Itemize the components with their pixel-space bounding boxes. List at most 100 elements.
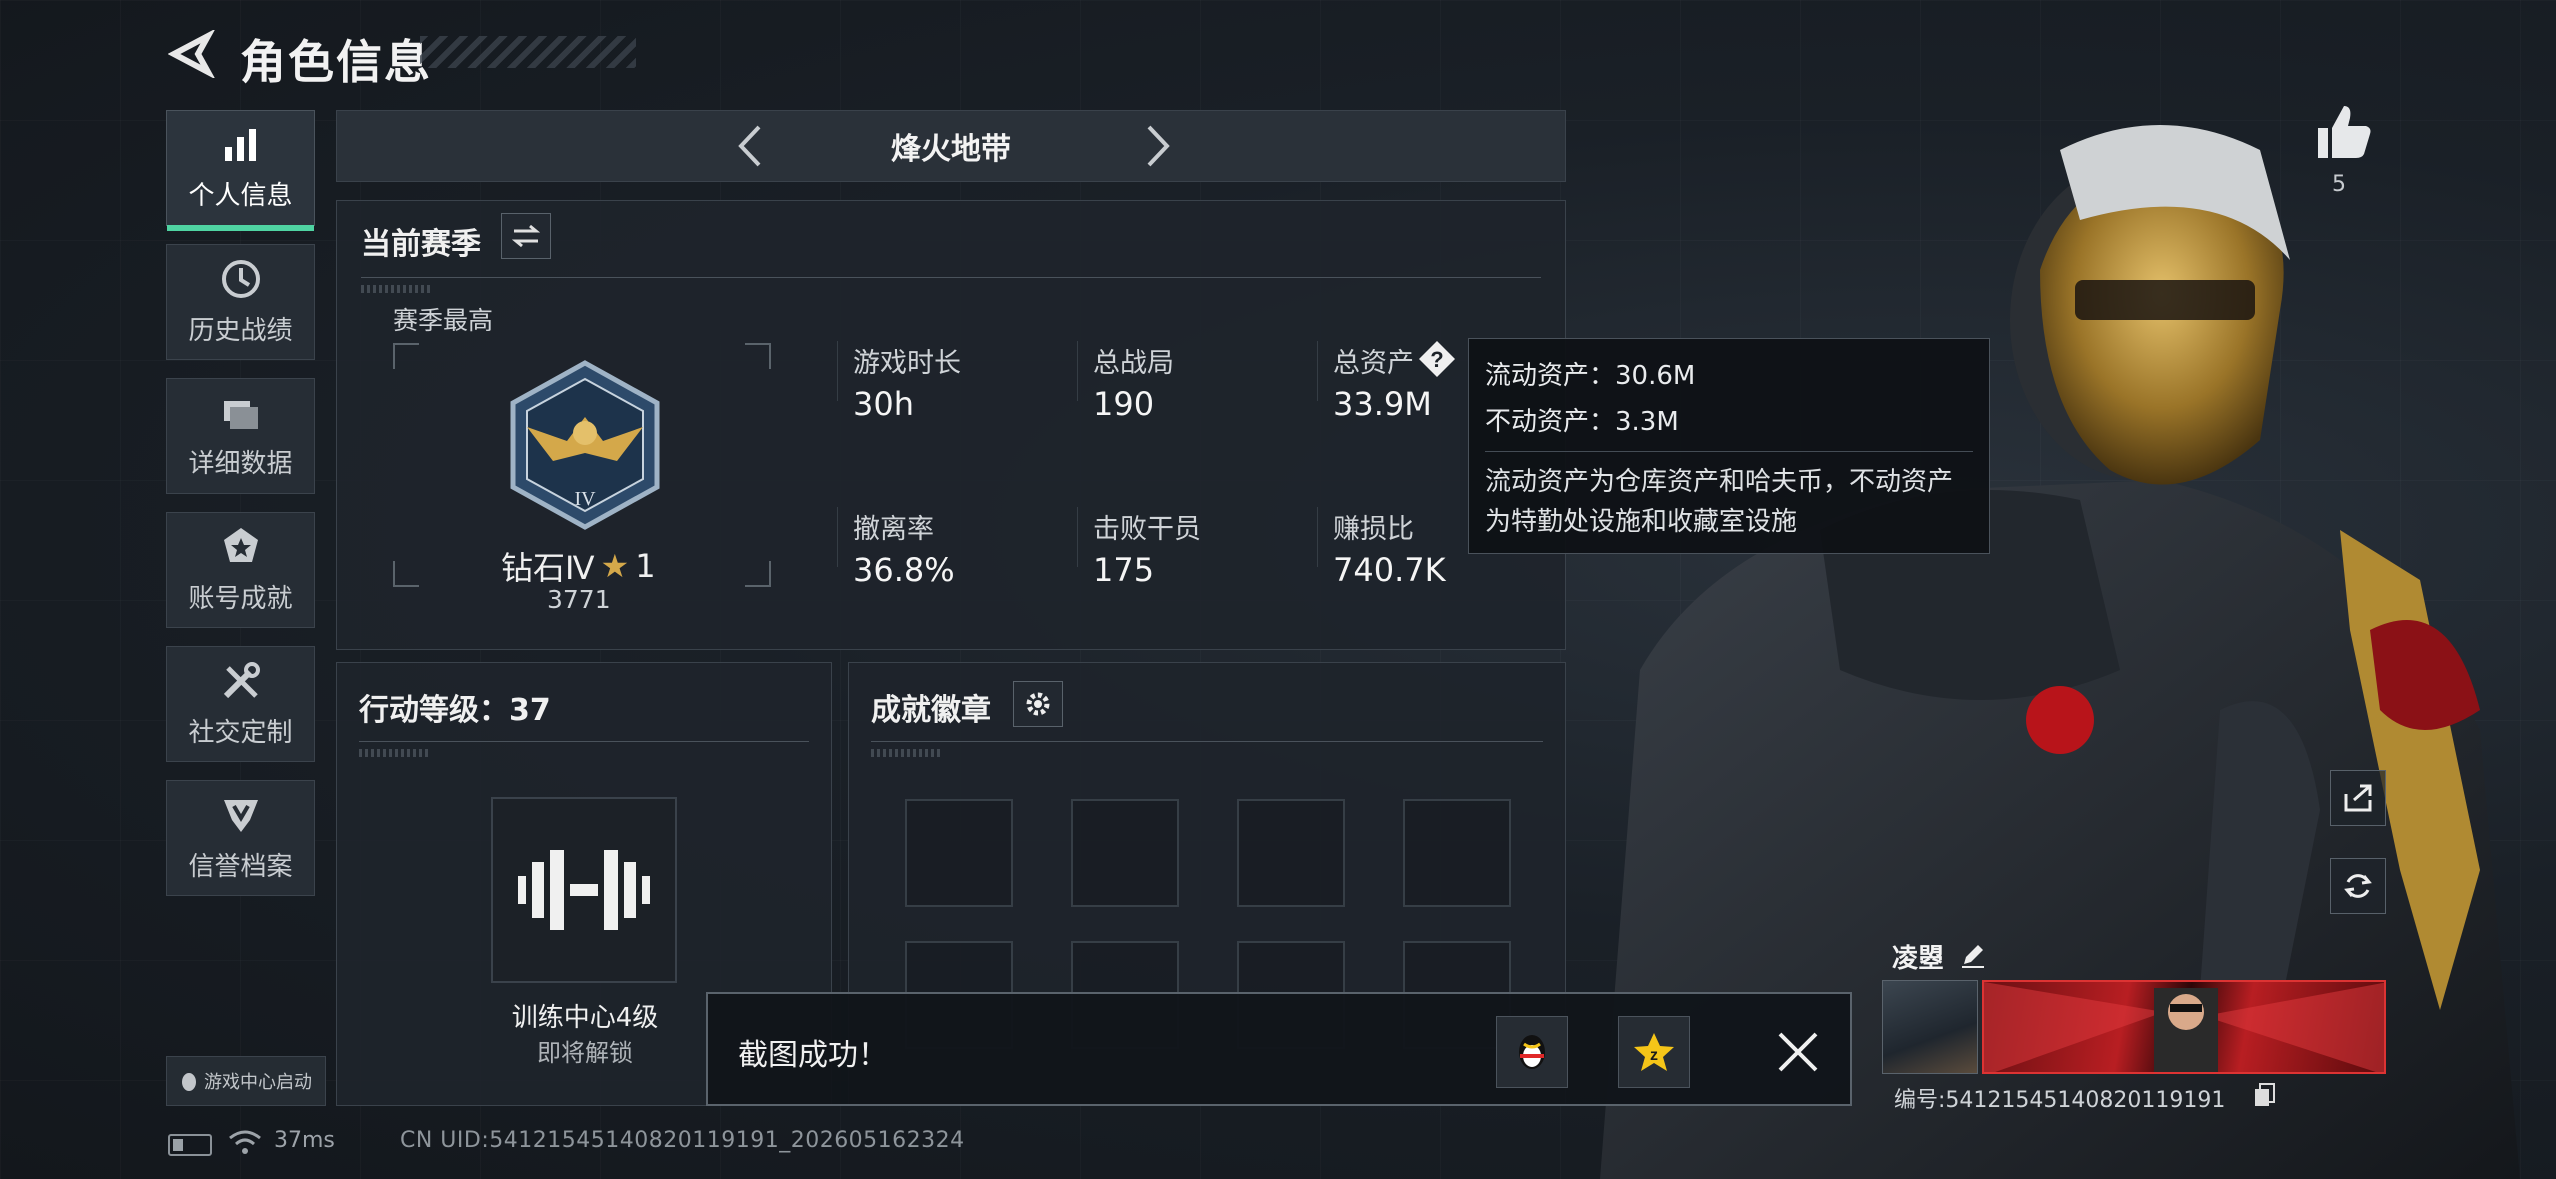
game-center-launch-button[interactable]: 游戏中心启动 <box>166 1056 326 1106</box>
stat-value: 175 <box>1093 551 1155 589</box>
rotate-button[interactable] <box>2330 858 2386 914</box>
copy-icon[interactable] <box>2252 1082 2278 1108</box>
qq-penguin-icon <box>1519 1035 1545 1069</box>
tooltip-description-1: 流动资产为仓库资产和哈夫币，不动资产 <box>1485 467 1954 497</box>
stat-label: 撤离率 <box>853 514 934 545</box>
avatar[interactable] <box>1882 980 1978 1074</box>
stat-value: 30h <box>853 385 914 423</box>
facility-card[interactable] <box>491 797 677 983</box>
chevron-left-icon[interactable] <box>727 121 777 171</box>
share-icon <box>2344 784 2372 812</box>
clock-icon <box>221 259 260 298</box>
frame-corner <box>393 343 419 369</box>
sidebar-item-label: 社交定制 <box>188 717 293 748</box>
badge-slot[interactable] <box>1403 799 1511 907</box>
thumbs-up-icon[interactable] <box>2312 100 2374 162</box>
sidebar-item-label: 历史战绩 <box>188 315 293 346</box>
qzone-star-icon: z <box>1634 1033 1674 1071</box>
svg-text:?: ? <box>1430 347 1443 372</box>
stat-separator <box>1317 341 1318 401</box>
mode-title: 烽火地带 <box>891 132 1011 167</box>
chevron-right-icon[interactable] <box>1131 121 1181 171</box>
rank-score: 3771 <box>547 585 611 614</box>
name-card-banner[interactable] <box>1982 980 2386 1074</box>
frame-corner <box>745 561 771 587</box>
liquid-assets: 流动资产：30.6M <box>1485 361 1696 391</box>
badge-slot[interactable] <box>1071 799 1179 907</box>
stat-label: 总资产 <box>1333 348 1414 379</box>
tooltip-description-2: 为特勤处设施和收藏室设施 <box>1485 507 1798 537</box>
penguin-icon <box>182 1073 196 1091</box>
stat-label: 总战局 <box>1093 348 1174 379</box>
sidebar-item-achievements[interactable]: 账号成就 <box>166 512 315 628</box>
mode-selector: 烽火地带 <box>336 110 1566 182</box>
stat-separator <box>1317 507 1318 567</box>
stat-separator <box>1077 341 1078 401</box>
section-divider <box>871 741 1543 742</box>
switch-season-button[interactable] <box>501 213 551 259</box>
frame-corner <box>745 343 771 369</box>
rank-stars: 1 <box>635 547 656 585</box>
stat-value: 190 <box>1093 385 1155 423</box>
close-icon[interactable] <box>1770 1024 1826 1080</box>
tools-icon <box>223 661 260 698</box>
svg-text:IV: IV <box>574 488 596 510</box>
achievements-title: 成就徽章 <box>871 693 991 728</box>
player-name: 凌曌 <box>1892 944 1945 974</box>
section-divider <box>361 277 1541 278</box>
divider-ticks <box>871 749 941 757</box>
sidebar-item-history[interactable]: 历史战绩 <box>166 244 315 360</box>
ping-readout: 37ms <box>274 1128 335 1153</box>
back-arrow-icon[interactable] <box>168 30 216 78</box>
diamond-rank-emblem: IV <box>510 360 660 530</box>
launch-label: 游戏中心启动 <box>204 1072 312 1093</box>
pencil-icon[interactable] <box>1958 940 1988 970</box>
sidebar-item-label: 详细数据 <box>188 448 293 479</box>
uid-line: CN UID:5412154514082011919​1_20260516232… <box>400 1128 965 1153</box>
refresh-icon <box>2344 874 2372 898</box>
share-qq-button[interactable] <box>1496 1016 1568 1088</box>
star-icon: ★ <box>600 547 630 585</box>
fixed-assets: 不动资产：3.3M <box>1485 407 1679 437</box>
stat-label: 赚损比 <box>1333 514 1414 545</box>
frame-corner <box>393 561 419 587</box>
stat-separator <box>1077 507 1078 567</box>
achievements-settings-button[interactable] <box>1013 681 1063 727</box>
bar-chart-icon <box>224 128 256 161</box>
toast-message: 截图成功！ <box>738 1038 888 1073</box>
help-icon[interactable]: ? <box>1417 339 1457 379</box>
stat-value: 36.8% <box>853 551 955 589</box>
stat-value: 33.9M <box>1333 385 1432 423</box>
player-id: 编号:5412154514082011919​1 <box>1894 1088 2226 1113</box>
section-divider <box>359 741 809 742</box>
stat-label: 击败干员 <box>1093 514 1201 545</box>
sidebar-item-social[interactable]: 社交定制 <box>166 646 315 762</box>
season-panel: 当前赛季 赛季最高 IV 钻石Ⅳ ★ 1 3771 游戏时长 30h 总战局 1… <box>336 200 1566 650</box>
action-level-title: 行动等级：37 <box>359 693 551 728</box>
dumbbell-icon <box>518 850 650 930</box>
badge-slot[interactable] <box>1237 799 1345 907</box>
gear-icon <box>1026 692 1050 716</box>
sidebar-item-label: 个人信息 <box>188 180 293 211</box>
like-count: 5 <box>2332 172 2346 197</box>
battery-icon <box>168 1134 212 1156</box>
share-qzone-button[interactable]: z <box>1618 1016 1690 1088</box>
badge-slot[interactable] <box>905 799 1013 907</box>
svg-text:z: z <box>1650 1047 1658 1064</box>
assets-tooltip: 流动资产：30.6M 不动资产：3.3M 流动资产为仓库资产和哈夫币，不动资产 … <box>1468 338 1990 554</box>
page-title: 角色信息 <box>240 35 432 89</box>
sidebar-item-profile[interactable]: 个人信息 <box>166 110 315 231</box>
share-button[interactable] <box>2330 770 2386 826</box>
divider-ticks <box>359 749 429 757</box>
sidebar-item-reputation[interactable]: 信誉档案 <box>166 780 315 896</box>
season-best-label: 赛季最高 <box>393 306 494 335</box>
medal-icon <box>223 527 258 562</box>
folder-icon <box>223 400 258 429</box>
sidebar-item-label: 信誉档案 <box>188 851 293 882</box>
stat-separator <box>837 341 838 401</box>
sidebar-item-details[interactable]: 详细数据 <box>166 378 315 494</box>
rank-name: 钻石Ⅳ <box>501 549 595 587</box>
stat-separator <box>837 507 838 567</box>
tooltip-divider <box>1485 451 1973 452</box>
shield-icon <box>223 799 258 832</box>
